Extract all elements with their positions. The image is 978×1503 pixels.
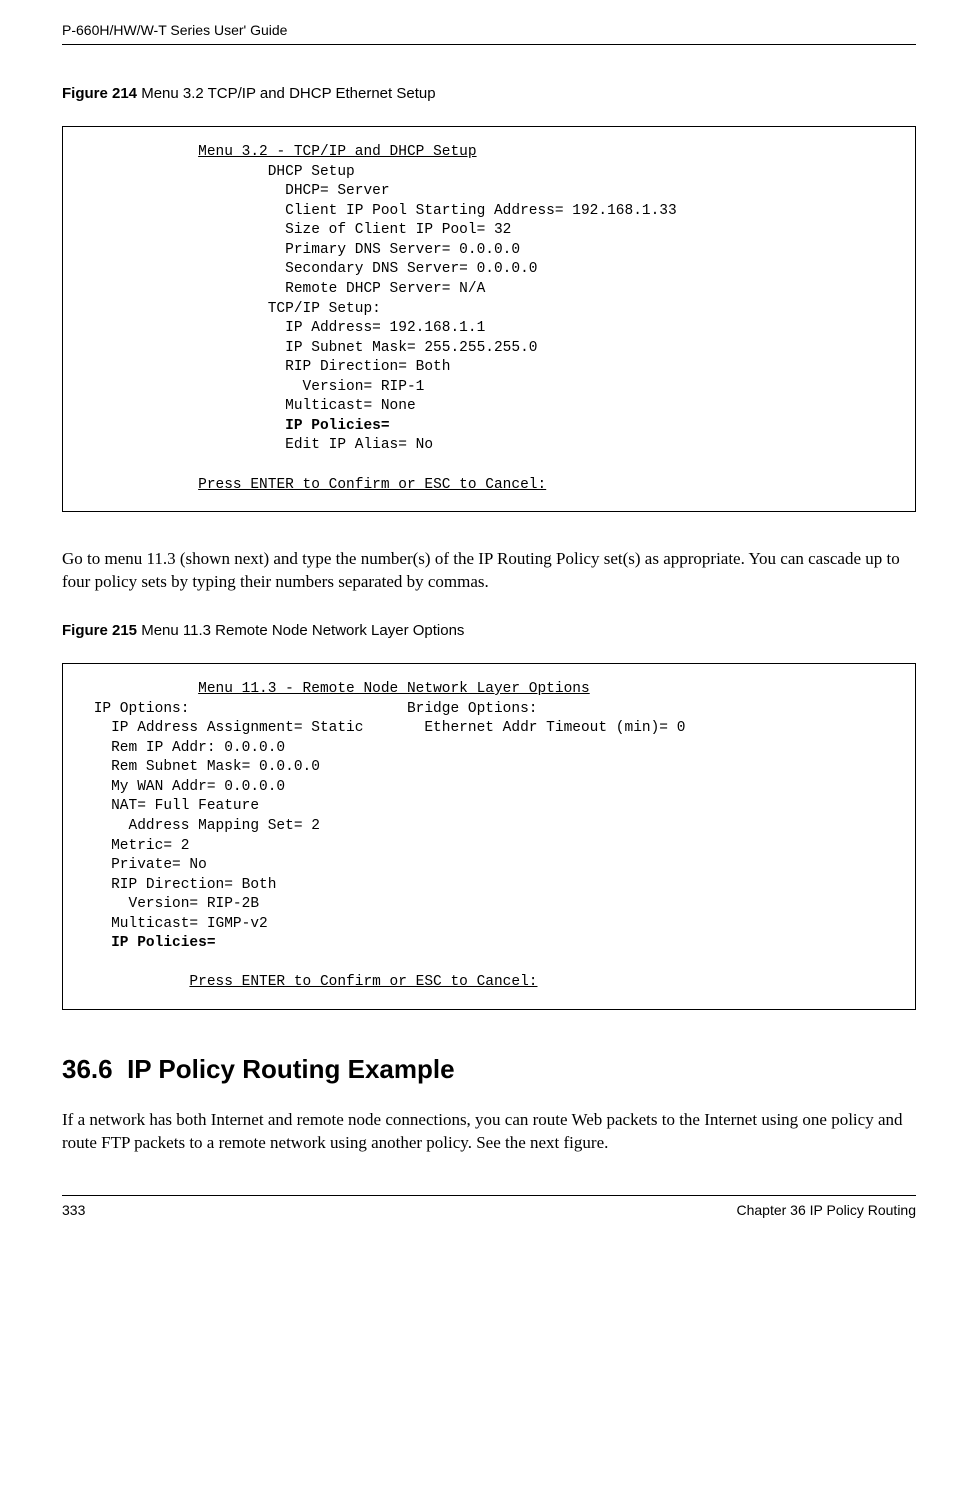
figure-215-terminal-title: Menu 11.3 - Remote Node Network Layer Op… — [198, 681, 590, 697]
running-header: P-660H/HW/W-T Series User' Guide — [62, 0, 916, 44]
figure-215-terminal: Menu 11.3 - Remote Node Network Layer Op… — [62, 663, 916, 1010]
ip-policies-bold-32: IP Policies= — [285, 418, 389, 434]
page-number: 333 — [62, 1202, 85, 1218]
figure-215-terminal-text: Menu 11.3 - Remote Node Network Layer Op… — [85, 680, 893, 993]
figure-215-label: Figure 215 Menu 11.3 Remote Node Network… — [62, 622, 916, 639]
page-footer: 333 Chapter 36 IP Policy Routing — [62, 1202, 916, 1244]
chapter-label: Chapter 36 IP Policy Routing — [736, 1202, 916, 1218]
figure-215-prefix: Figure 215 — [62, 622, 141, 639]
section-paragraph: If a network has both Internet and remot… — [62, 1109, 916, 1155]
figure-214-label: Figure 214 Menu 3.2 TCP/IP and DHCP Ethe… — [62, 85, 916, 102]
header-rule — [62, 44, 916, 45]
footer-rule — [62, 1195, 916, 1196]
figure-214-terminal-text: Menu 3.2 - TCP/IP and DHCP Setup DHCP Se… — [85, 143, 893, 495]
section-number: 36.6 — [62, 1054, 113, 1084]
figure-215-terminal-footer: Press ENTER to Confirm or ESC to Cancel: — [189, 974, 537, 990]
figure-214-terminal-footer: Press ENTER to Confirm or ESC to Cancel: — [198, 477, 546, 493]
ip-policies-bold-113: IP Policies= — [111, 935, 215, 951]
section-heading: 36.6 IP Policy Routing Example — [62, 1054, 916, 1085]
figure-215-title: Menu 11.3 Remote Node Network Layer Opti… — [141, 622, 464, 639]
section-title: IP Policy Routing Example — [127, 1054, 455, 1084]
figure-214-terminal-title: Menu 3.2 - TCP/IP and DHCP Setup — [198, 144, 476, 160]
figure-214-prefix: Figure 214 — [62, 85, 141, 102]
mid-paragraph: Go to menu 11.3 (shown next) and type th… — [62, 548, 916, 594]
figure-214-title: Menu 3.2 TCP/IP and DHCP Ethernet Setup — [141, 85, 435, 102]
figure-214-terminal: Menu 3.2 - TCP/IP and DHCP Setup DHCP Se… — [62, 126, 916, 512]
